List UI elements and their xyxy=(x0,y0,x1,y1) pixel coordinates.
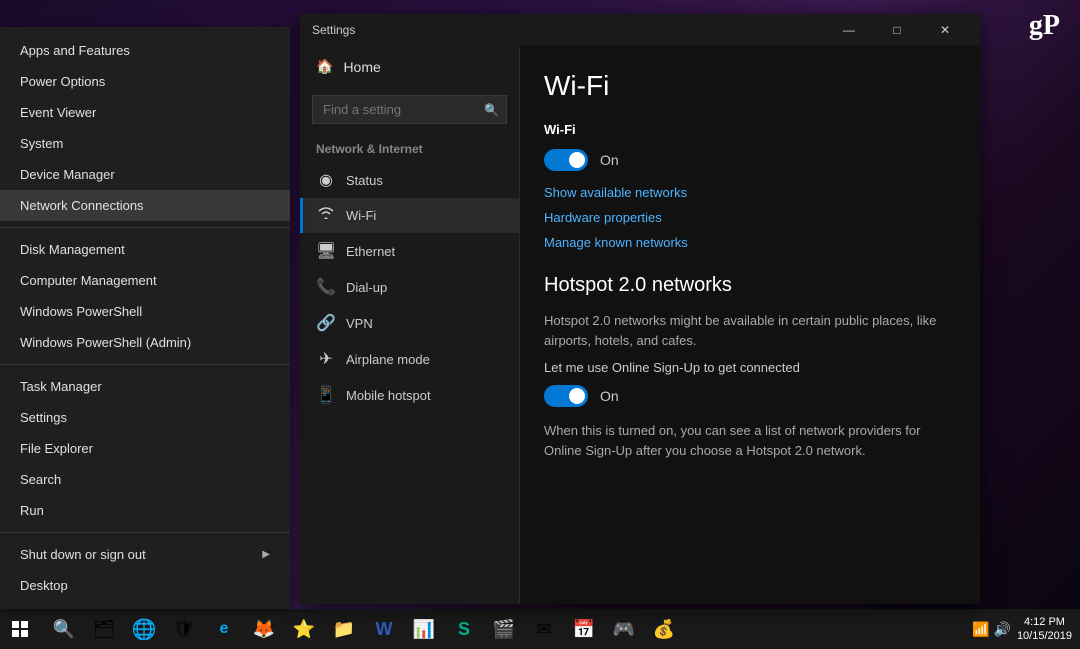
context-menu-item-computer-mgmt[interactable]: Computer Management xyxy=(0,265,290,296)
vpn-nav-icon: 🔗 xyxy=(316,313,336,333)
settings-main-content: Wi-Fi Wi-Fi On Show available networks H… xyxy=(520,46,980,604)
dialup-nav-icon: 📞 xyxy=(316,277,336,297)
hotspot-section: Hotspot 2.0 networks Hotspot 2.0 network… xyxy=(544,274,956,460)
taskbar: 🔍 🗂 🌐 🛡 e 🦊 ⭐ 📁 W 📊 S 🎬 ✉ 📅 🎮 💰 📶 🔊 4:12… xyxy=(0,609,1080,649)
taskbar-movie-icon[interactable]: 🎬 xyxy=(484,609,524,649)
titlebar-controls: — □ ✕ xyxy=(826,14,968,46)
settings-body: 🏠 Home 🔍 Network & Internet ◉ Status xyxy=(300,46,980,604)
taskbar-edge-icon[interactable]: e xyxy=(204,609,244,649)
nav-item-wifi[interactable]: Wi-Fi xyxy=(300,198,519,233)
context-menu-item-power[interactable]: Power Options xyxy=(0,66,290,97)
taskbar-icons: 🔍 🗂 🌐 🛡 e 🦊 ⭐ 📁 W 📊 S 🎬 ✉ 📅 🎮 💰 xyxy=(40,609,972,649)
divider-3 xyxy=(0,532,290,533)
mobile-hotspot-nav-icon: 📱 xyxy=(316,385,336,405)
taskbar-mail-icon[interactable]: ✉ xyxy=(524,609,564,649)
gp-logo: gP xyxy=(1029,10,1060,42)
tray-icons: 📶 🔊 xyxy=(972,621,1011,638)
hotspot-toggle-row: On xyxy=(544,385,956,407)
context-menu-item-device-manager[interactable]: Device Manager xyxy=(0,159,290,190)
divider-2 xyxy=(0,364,290,365)
context-menu-item-shutdown[interactable]: Shut down or sign out ▶ xyxy=(0,539,290,570)
taskbar-word-icon[interactable]: W xyxy=(364,609,404,649)
maximize-button[interactable]: □ xyxy=(874,14,920,46)
context-menu-item-search[interactable]: Search xyxy=(0,464,290,495)
taskbar-search-icon[interactable]: 🔍 xyxy=(44,609,84,649)
nav-item-dialup[interactable]: 📞 Dial-up xyxy=(300,269,519,305)
minimize-button[interactable]: — xyxy=(826,14,872,46)
shutdown-arrow-icon: ▶ xyxy=(262,549,270,560)
airplane-nav-icon: ✈ xyxy=(316,349,336,369)
start-button[interactable] xyxy=(0,609,40,649)
tray-wifi-icon[interactable]: 📶 xyxy=(972,621,989,638)
taskbar-firefox-icon[interactable]: 🦊 xyxy=(244,609,284,649)
settings-section-label: Network & Internet xyxy=(300,132,519,162)
hotspot-toggle-label: On xyxy=(600,388,619,404)
taskbar-star-icon[interactable]: ⭐ xyxy=(284,609,324,649)
wifi-section: Wi-Fi On Show available networks Hardwar… xyxy=(544,122,956,250)
taskbar-folder-icon[interactable]: 📁 xyxy=(324,609,364,649)
close-button[interactable]: ✕ xyxy=(922,14,968,46)
hotspot-description: Hotspot 2.0 networks might be available … xyxy=(544,311,956,350)
context-menu-item-run[interactable]: Run xyxy=(0,495,290,526)
nav-item-ethernet[interactable]: 🖥 Ethernet xyxy=(300,233,519,269)
context-menu-item-network-connections[interactable]: Network Connections xyxy=(0,190,290,221)
taskbar-clock[interactable]: 4:12 PM 10/15/2019 xyxy=(1017,615,1072,644)
nav-item-status[interactable]: ◉ Status xyxy=(300,162,519,198)
taskbar-chart-icon[interactable]: 📊 xyxy=(404,609,444,649)
hotspot-section-header: Hotspot 2.0 networks xyxy=(544,274,956,297)
settings-sidebar: 🏠 Home 🔍 Network & Internet ◉ Status xyxy=(300,46,520,604)
wifi-toggle[interactable] xyxy=(544,149,588,171)
taskbar-shield-icon[interactable]: 🛡 xyxy=(164,609,204,649)
context-menu-item-file-explorer[interactable]: File Explorer xyxy=(0,433,290,464)
tray-volume-icon[interactable]: 🔊 xyxy=(994,621,1011,638)
context-menu-item-task-manager[interactable]: Task Manager xyxy=(0,371,290,402)
ethernet-nav-icon: 🖥 xyxy=(316,241,336,261)
status-nav-icon: ◉ xyxy=(316,170,336,190)
context-menu-item-settings[interactable]: Settings xyxy=(0,402,290,433)
wifi-toggle-row: On xyxy=(544,149,956,171)
taskbar-files-icon[interactable]: 🗂 xyxy=(84,609,124,649)
settings-search-box: 🔍 xyxy=(312,95,507,124)
context-menu-item-system[interactable]: System xyxy=(0,128,290,159)
context-menu-item-disk[interactable]: Disk Management xyxy=(0,234,290,265)
nav-item-mobile-hotspot[interactable]: 📱 Mobile hotspot xyxy=(300,377,519,413)
settings-search-input[interactable] xyxy=(312,95,507,124)
taskbar-s-icon[interactable]: S xyxy=(444,609,484,649)
show-available-networks-link[interactable]: Show available networks xyxy=(544,185,956,200)
settings-window-title: Settings xyxy=(312,23,826,37)
hardware-properties-link[interactable]: Hardware properties xyxy=(544,210,956,225)
context-menu-item-powershell[interactable]: Windows PowerShell xyxy=(0,296,290,327)
wifi-section-header: Wi-Fi xyxy=(544,122,956,137)
taskbar-money-icon[interactable]: 💰 xyxy=(644,609,684,649)
desktop: gP Apps and Features Power Options Event… xyxy=(0,0,1080,649)
context-menu-item-powershell-admin[interactable]: Windows PowerShell (Admin) xyxy=(0,327,290,358)
context-menu-item-event[interactable]: Event Viewer xyxy=(0,97,290,128)
context-menu-item-desktop[interactable]: Desktop xyxy=(0,570,290,601)
settings-titlebar: Settings — □ ✕ xyxy=(300,14,980,46)
nav-item-airplane[interactable]: ✈ Airplane mode xyxy=(300,341,519,377)
taskbar-calendar-icon[interactable]: 📅 xyxy=(564,609,604,649)
nav-item-vpn[interactable]: 🔗 VPN xyxy=(300,305,519,341)
settings-window: Settings — □ ✕ 🏠 Home 🔍 Network & Intern… xyxy=(300,14,980,604)
context-menu-item-apps[interactable]: Apps and Features xyxy=(0,35,290,66)
page-title: Wi-Fi xyxy=(544,70,956,102)
context-menu: Apps and Features Power Options Event Vi… xyxy=(0,27,290,609)
manage-known-networks-link[interactable]: Manage known networks xyxy=(544,235,956,250)
hotspot-sub-label: Let me use Online Sign-Up to get connect… xyxy=(544,360,956,375)
taskbar-tray: 📶 🔊 4:12 PM 10/15/2019 xyxy=(972,615,1080,644)
divider-1 xyxy=(0,227,290,228)
hotspot-toggle[interactable] xyxy=(544,385,588,407)
settings-home-button[interactable]: 🏠 Home xyxy=(300,46,519,87)
wifi-nav-icon xyxy=(316,206,336,225)
wifi-toggle-label: On xyxy=(600,152,619,168)
taskbar-chrome-icon[interactable]: 🌐 xyxy=(124,609,164,649)
home-icon: 🏠 xyxy=(316,58,333,75)
taskbar-game-icon[interactable]: 🎮 xyxy=(604,609,644,649)
search-icon: 🔍 xyxy=(484,103,499,117)
hotspot-note: When this is turned on, you can see a li… xyxy=(544,421,956,460)
